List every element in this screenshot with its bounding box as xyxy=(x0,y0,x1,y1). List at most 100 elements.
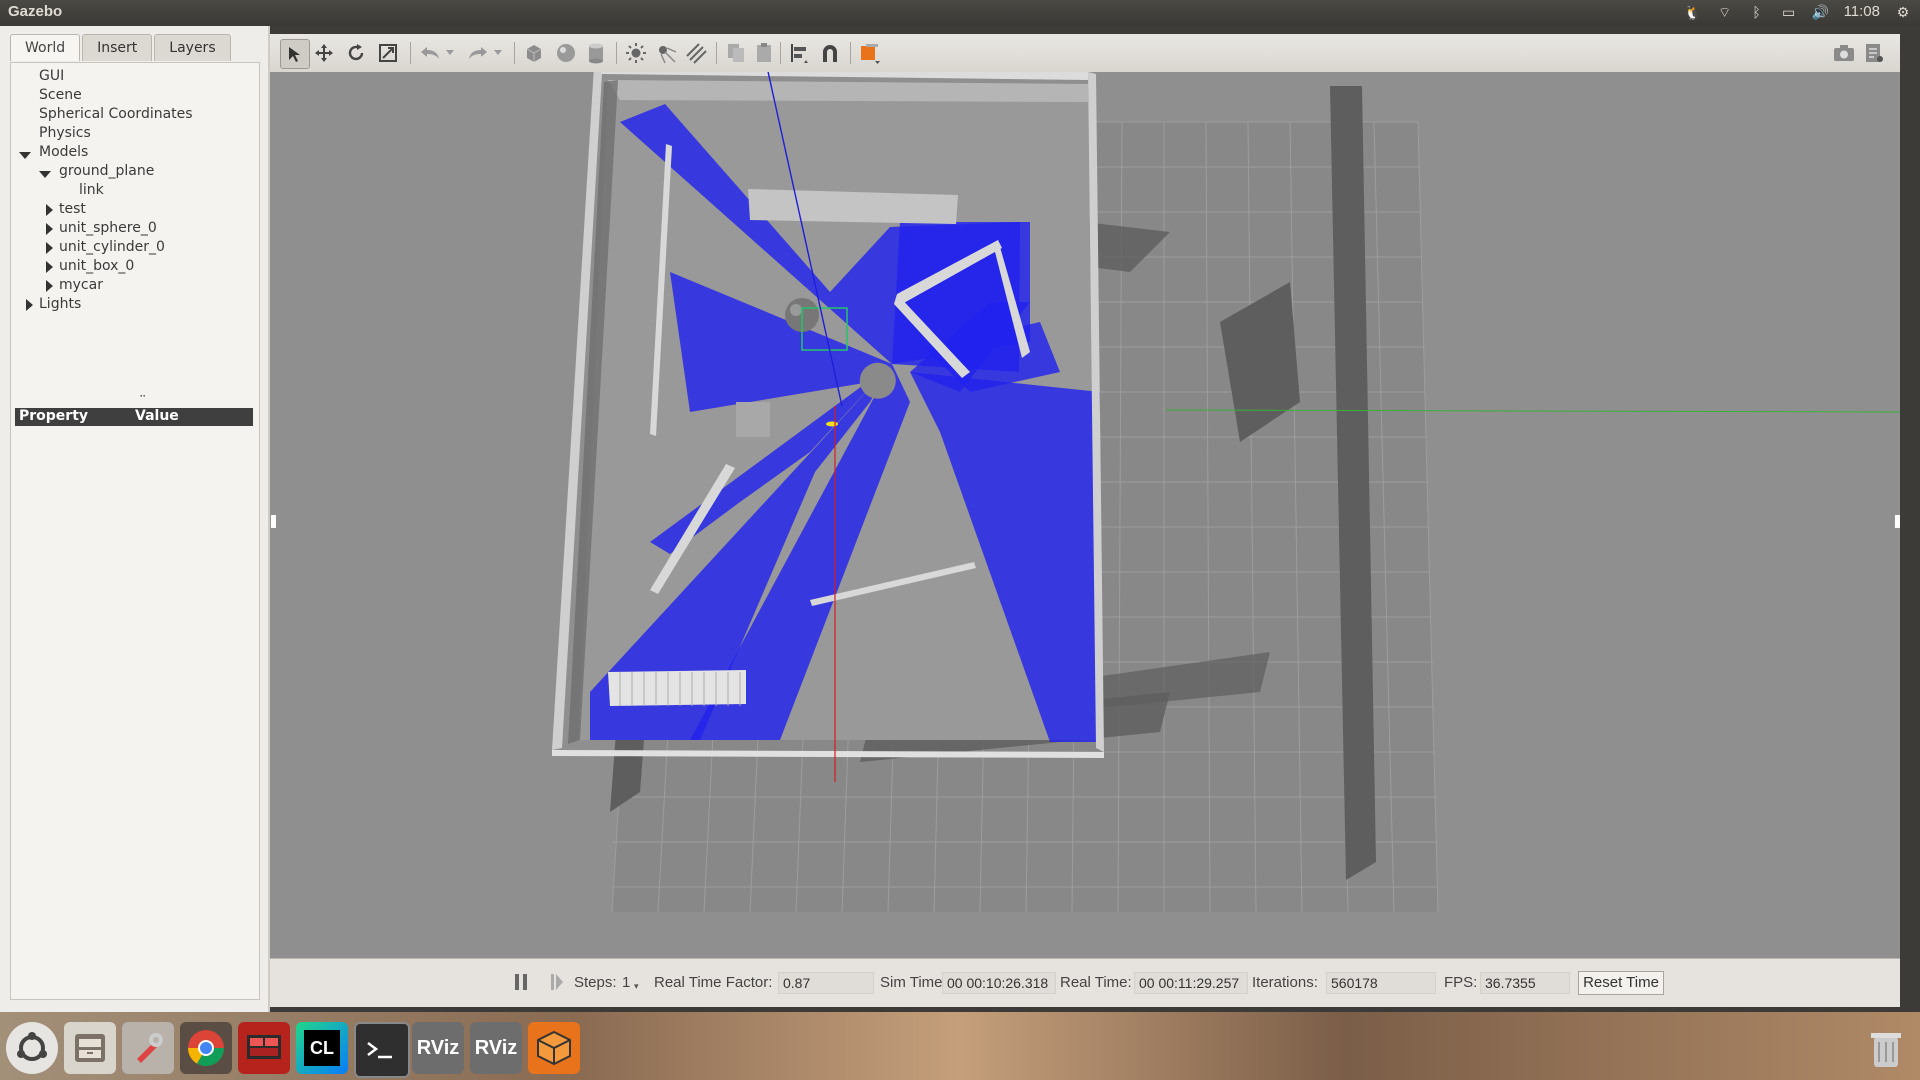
rotate-icon xyxy=(348,44,364,61)
bluetooth-icon[interactable]: ᛒ xyxy=(1748,5,1766,19)
rviz-launcher-1[interactable]: RViz xyxy=(412,1022,464,1074)
right-splitter-handle[interactable]: ▪ ▪ ▪ xyxy=(1894,513,1900,531)
dash-home-button[interactable] xyxy=(6,1022,58,1074)
scale-mode-button[interactable] xyxy=(376,41,400,65)
iterations-label: Iterations: xyxy=(1252,974,1318,991)
tree-item-lights[interactable]: Lights xyxy=(39,295,81,314)
terminal-launcher[interactable] xyxy=(354,1022,410,1078)
align-button[interactable] xyxy=(788,41,812,65)
translate-mode-button[interactable] xyxy=(312,41,336,65)
trash-launcher[interactable] xyxy=(1860,1022,1912,1074)
collapse-arrow-icon[interactable] xyxy=(46,280,53,292)
point-light-button[interactable] xyxy=(624,41,648,65)
main-toolbar xyxy=(270,34,1900,73)
tree-item-gui[interactable]: GUI xyxy=(39,67,64,86)
volume-icon[interactable]: 🔊 xyxy=(1812,5,1830,19)
insert-sphere-button[interactable] xyxy=(554,41,578,65)
toolbar-separator xyxy=(616,42,617,64)
snap-button[interactable] xyxy=(818,41,842,65)
top-menu-bar: Gazebo 🐧 ⌔ ᛒ ▭ 🔊 11:08 ⚙ xyxy=(0,0,1920,26)
expand-arrow-icon[interactable] xyxy=(19,152,31,159)
rviz-launcher-2[interactable]: RViz xyxy=(470,1022,522,1074)
rotate-mode-button[interactable] xyxy=(344,41,368,65)
tree-item-models[interactable]: Models xyxy=(39,143,88,162)
collapse-arrow-icon[interactable] xyxy=(46,261,53,273)
tree-item-unit-sphere[interactable]: unit_sphere_0 xyxy=(59,219,157,238)
real-time-factor-label: Real Time Factor: xyxy=(654,974,773,991)
redo-icon xyxy=(469,47,487,59)
wall-top-inner xyxy=(608,80,1088,102)
settings-gear-icon[interactable]: ⚙ xyxy=(1894,5,1912,19)
wifi-icon[interactable]: ⌔ xyxy=(1716,5,1734,19)
tree-item-spherical-coordinates[interactable]: Spherical Coordinates xyxy=(39,105,193,124)
spot-light-button[interactable] xyxy=(654,41,678,65)
clion-launcher[interactable]: CL xyxy=(296,1022,348,1074)
paste-button[interactable] xyxy=(752,41,776,65)
file-cabinet-icon xyxy=(75,1034,105,1062)
collapse-arrow-icon[interactable] xyxy=(46,223,53,235)
select-mode-button[interactable] xyxy=(280,39,310,69)
toolbar-separator xyxy=(850,42,851,64)
clock[interactable]: 11:08 xyxy=(1844,3,1880,20)
chrome-launcher[interactable] xyxy=(180,1022,232,1074)
tree-item-test[interactable]: test xyxy=(59,200,86,219)
steps-spinner-arrow[interactable]: ▾ xyxy=(634,981,639,992)
chevron-down-icon xyxy=(494,50,502,55)
pause-button[interactable] xyxy=(514,973,528,991)
reset-time-button[interactable]: Reset Time xyxy=(1578,971,1664,995)
tab-insert[interactable]: Insert xyxy=(82,34,153,61)
tree-item-unit-cylinder[interactable]: unit_cylinder_0 xyxy=(59,238,165,257)
undo-button[interactable] xyxy=(418,41,442,65)
splitter-handle[interactable]: ⠒ xyxy=(139,392,146,403)
step-button[interactable] xyxy=(550,973,564,991)
view-angle-button[interactable] xyxy=(858,41,882,65)
steps-value[interactable]: 1 xyxy=(622,974,630,991)
tux-icon[interactable]: 🐧 xyxy=(1684,5,1702,19)
tab-world[interactable]: World xyxy=(10,34,81,61)
directional-light-button[interactable] xyxy=(684,41,708,65)
collapse-arrow-icon[interactable] xyxy=(46,204,53,216)
redo-button[interactable] xyxy=(466,41,490,65)
tree-item-mycar[interactable]: mycar xyxy=(59,276,103,295)
redo-history-dropdown[interactable] xyxy=(492,41,504,65)
tree-item-unit-box[interactable]: unit_box_0 xyxy=(59,257,134,276)
3d-viewport[interactable]: ▪ ▪ ▪ ▪ ▪ ▪ xyxy=(270,72,1900,958)
left-splitter-handle[interactable]: ▪ ▪ ▪ xyxy=(270,513,277,531)
tree-item-link[interactable]: link xyxy=(79,181,104,200)
insert-box-button[interactable] xyxy=(522,41,546,65)
insert-cylinder-button[interactable] xyxy=(584,41,608,65)
tree-item-scene[interactable]: Scene xyxy=(39,86,82,105)
tab-layers[interactable]: Layers xyxy=(154,34,231,61)
log-data-button[interactable] xyxy=(1862,41,1886,65)
panel-tabs: World Insert Layers xyxy=(10,34,233,61)
undo-history-dropdown[interactable] xyxy=(444,41,456,65)
gazebo-launcher[interactable] xyxy=(528,1022,580,1074)
directional-light-icon xyxy=(686,43,707,64)
column-property[interactable]: Property xyxy=(19,408,88,424)
files-launcher[interactable] xyxy=(64,1022,116,1074)
expand-arrow-icon[interactable] xyxy=(39,171,51,178)
copy-button[interactable] xyxy=(724,41,748,65)
unit-cylinder[interactable] xyxy=(859,362,896,399)
sim-time-label: Sim Time: xyxy=(880,974,947,991)
screenshot-button[interactable] xyxy=(1832,41,1856,65)
ubuntu-logo-icon xyxy=(17,1032,47,1061)
collapse-arrow-icon[interactable] xyxy=(26,299,33,311)
wrench-icon xyxy=(137,1033,163,1063)
real-time-factor-value: 0.87 xyxy=(778,972,874,994)
battery-icon[interactable]: ▭ xyxy=(1780,5,1798,19)
sim-time-value: 00 00:10:26.318 xyxy=(942,972,1056,994)
system-settings-launcher[interactable] xyxy=(122,1022,174,1074)
mycar-marker[interactable] xyxy=(826,421,838,427)
chevron-down-icon xyxy=(446,50,454,55)
app-launcher-red[interactable] xyxy=(238,1022,290,1074)
scene-render[interactable] xyxy=(270,72,1900,958)
column-value[interactable]: Value xyxy=(135,408,179,424)
camera-icon xyxy=(1834,45,1854,61)
property-table-header: Property Value xyxy=(15,408,253,426)
collapse-arrow-icon[interactable] xyxy=(46,242,53,254)
tree-item-physics[interactable]: Physics xyxy=(39,124,91,143)
paste-icon xyxy=(757,43,771,62)
tree-item-ground-plane[interactable]: ground_plane xyxy=(59,162,154,181)
sphere-icon xyxy=(557,44,575,62)
